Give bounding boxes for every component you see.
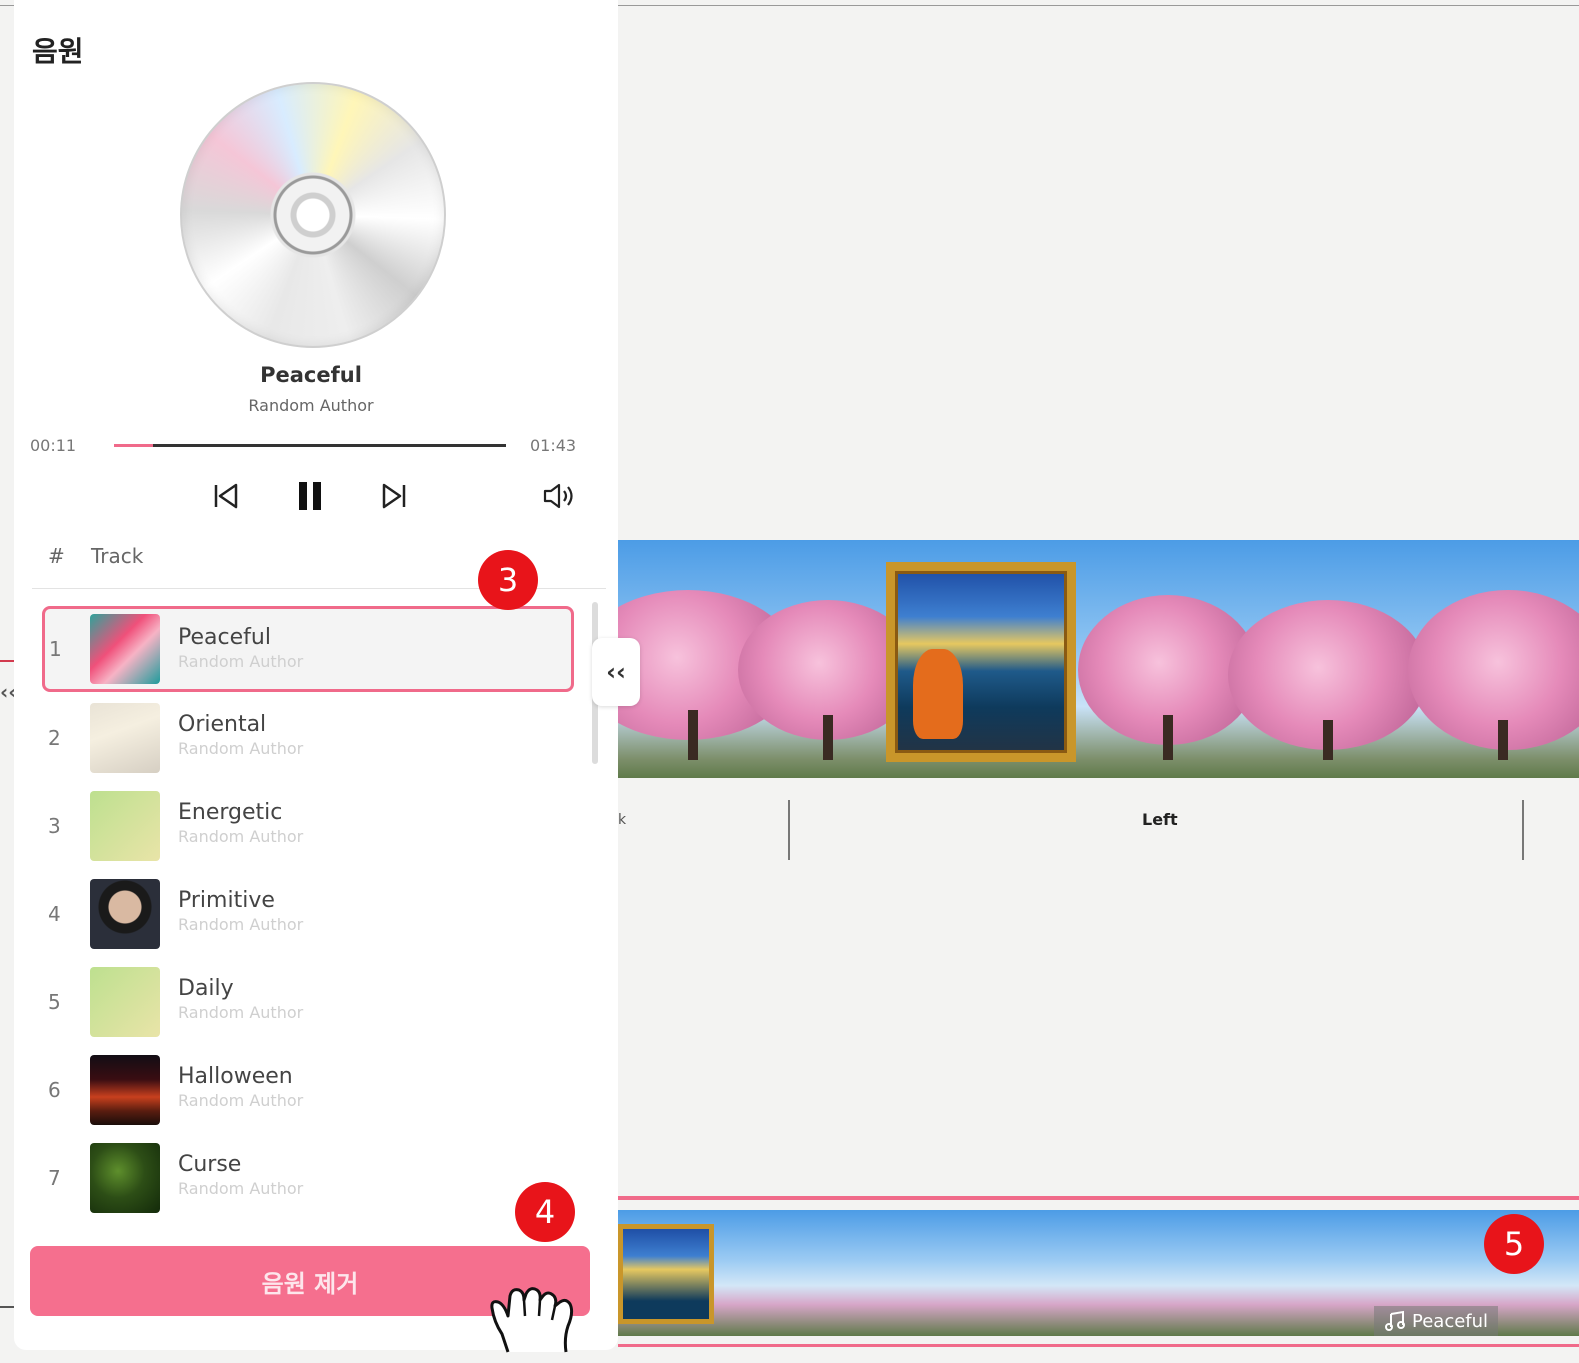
painting-frame[interactable] — [886, 562, 1076, 762]
volume-icon — [543, 483, 573, 509]
track-name: Energetic — [178, 800, 283, 825]
cd-icon — [180, 82, 446, 348]
track-name: Curse — [178, 1152, 242, 1177]
panel-title: 음원 — [32, 35, 84, 68]
step-badge-4: 4 — [515, 1182, 575, 1242]
scene-preview — [618, 540, 1579, 778]
next-button[interactable] — [374, 476, 414, 516]
timeline-bottom-line — [618, 1344, 1579, 1347]
track-author: Random Author — [178, 739, 304, 758]
collapse-panel-button[interactable]: ‹‹ — [592, 638, 640, 706]
track-name: Peaceful — [178, 625, 271, 650]
track-info: Energetic Random Author — [178, 800, 303, 846]
timeline-music-tag[interactable]: Peaceful — [1374, 1306, 1499, 1336]
trunk — [688, 710, 698, 760]
timeline[interactable]: Peaceful — [618, 1196, 1579, 1350]
volume-button[interactable] — [540, 476, 580, 516]
track-thumbnail — [90, 703, 160, 773]
track-thumbnail — [90, 967, 160, 1037]
track-thumbnail — [90, 1143, 160, 1213]
track-list: 1 Peaceful Random Author 2 Oriental Rand… — [42, 606, 574, 1222]
track-number: 6 — [48, 1078, 61, 1102]
track-info: Curse Random Author — [178, 1152, 303, 1198]
label-k: k — [618, 812, 627, 828]
previous-button[interactable] — [206, 476, 246, 516]
track-name: Primitive — [178, 888, 275, 913]
timeline-strip: Peaceful — [618, 1210, 1579, 1336]
track-author: Random Author — [178, 827, 304, 846]
track-row-primitive[interactable]: 4 Primitive Random Author — [42, 870, 574, 958]
track-info: Peaceful Random Author — [178, 625, 303, 671]
track-row-curse[interactable]: 7 Curse Random Author — [42, 1134, 574, 1222]
trunk — [1163, 715, 1173, 760]
label-left: Left — [1142, 810, 1178, 829]
trunk — [823, 715, 833, 760]
track-number: 1 — [49, 637, 62, 661]
next-icon — [382, 483, 406, 509]
track-author: Random Author — [178, 1179, 304, 1198]
track-info: Oriental Random Author — [178, 712, 303, 758]
previous-icon — [214, 483, 238, 509]
track-thumbnail — [90, 614, 160, 684]
step-badge-5: 5 — [1484, 1214, 1544, 1274]
track-row-halloween[interactable]: 6 Halloween Random Author — [42, 1046, 574, 1134]
track-info: Daily Random Author — [178, 976, 303, 1022]
time-current: 00:11 — [30, 436, 77, 455]
track-thumbnail — [90, 879, 160, 949]
track-number: 4 — [48, 902, 61, 926]
music-panel: 음원 Peaceful Random Author 00:11 01:43 # … — [14, 0, 618, 1350]
divider — [788, 800, 790, 860]
track-author: Random Author — [178, 915, 304, 934]
track-thumbnail — [90, 791, 160, 861]
music-note-icon — [1385, 1310, 1405, 1331]
track-name: Halloween — [178, 1064, 293, 1089]
pause-button[interactable] — [290, 476, 330, 516]
column-header-track: Track — [91, 544, 144, 568]
hand-cursor-icon — [490, 1287, 574, 1353]
track-author: Random Author — [178, 1003, 304, 1022]
track-number: 2 — [48, 726, 61, 750]
track-name: Daily — [178, 976, 234, 1001]
track-info: Halloween Random Author — [178, 1064, 303, 1110]
music-tag-label: Peaceful — [1412, 1310, 1489, 1332]
column-header-number: # — [48, 544, 65, 568]
track-number: 7 — [48, 1166, 61, 1190]
step-badge-3: 3 — [478, 550, 538, 610]
app-root: ‹‹ k Left Peaceful 5 음원 Peaceful Random … — [0, 0, 1579, 1363]
track-author: Random Author — [178, 652, 304, 671]
track-row-peaceful[interactable]: 1 Peaceful Random Author — [42, 606, 574, 692]
divider — [1522, 800, 1524, 860]
track-number: 3 — [48, 814, 61, 838]
scene-label-row: k Left — [618, 800, 1579, 862]
track-number: 5 — [48, 990, 61, 1014]
timeline-painting-thumb — [618, 1224, 714, 1324]
progress-fill — [114, 444, 154, 447]
progress-bar[interactable] — [114, 444, 506, 447]
track-name: Oriental — [178, 712, 267, 737]
track-author: Random Author — [178, 1091, 304, 1110]
now-playing-title: Peaceful — [260, 363, 362, 387]
track-row-daily[interactable]: 5 Daily Random Author — [42, 958, 574, 1046]
tree — [1408, 590, 1579, 750]
track-row-oriental[interactable]: 2 Oriental Random Author — [42, 694, 574, 782]
time-total: 01:43 — [530, 436, 577, 455]
trunk — [1498, 720, 1508, 760]
now-playing-author: Random Author — [248, 396, 374, 415]
pause-icon — [299, 482, 321, 510]
track-row-energetic[interactable]: 3 Energetic Random Author — [42, 782, 574, 870]
cat-figure — [913, 649, 963, 739]
track-info: Primitive Random Author — [178, 888, 303, 934]
track-thumbnail — [90, 1055, 160, 1125]
trunk — [1323, 720, 1333, 760]
